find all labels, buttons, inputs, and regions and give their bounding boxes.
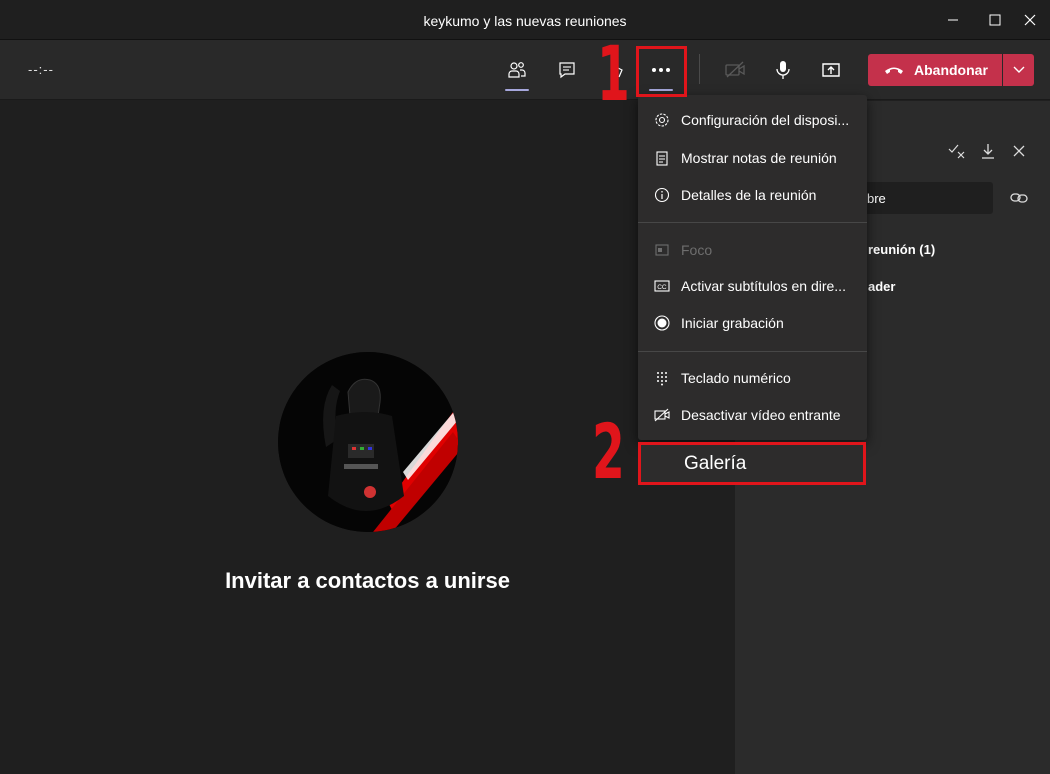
leave-label: Abandonar bbox=[914, 62, 988, 78]
close-icon bbox=[1024, 14, 1036, 26]
participants-icon bbox=[508, 62, 526, 78]
share-icon bbox=[822, 63, 840, 77]
minimize-icon bbox=[948, 19, 958, 21]
hangup-icon bbox=[885, 67, 903, 74]
camera-button[interactable] bbox=[719, 54, 751, 86]
dialpad-icon bbox=[657, 372, 667, 386]
invite-contacts-text: Invitar a contactos a unirse bbox=[225, 568, 510, 593]
toolbar-divider bbox=[699, 54, 700, 84]
notes-icon bbox=[656, 151, 668, 166]
menu-item-dialpad[interactable]: Teclado numérico bbox=[638, 360, 867, 396]
download-button[interactable] bbox=[978, 141, 998, 161]
microphone-icon bbox=[776, 61, 790, 79]
leave-button[interactable]: Abandonar bbox=[868, 54, 1002, 86]
info-icon bbox=[654, 187, 670, 203]
minimize-button[interactable] bbox=[941, 8, 965, 32]
menu-divider bbox=[638, 351, 867, 352]
link-icon bbox=[1010, 193, 1028, 203]
avatar-picture bbox=[278, 352, 458, 532]
menu-item-device-settings[interactable]: Configuración del disposi... bbox=[638, 102, 867, 138]
participant-role-label: ader bbox=[868, 279, 896, 294]
video-off-icon bbox=[654, 408, 670, 422]
record-icon bbox=[654, 315, 670, 331]
check-cross-icon bbox=[948, 144, 965, 159]
close-window-button[interactable] bbox=[1018, 8, 1042, 32]
more-actions-menu: Configuración del disposi... Mostrar not… bbox=[638, 95, 867, 440]
meeting-timer: --:-- bbox=[28, 62, 54, 77]
menu-item-meeting-details[interactable]: Detalles de la reunión bbox=[638, 177, 867, 213]
menu-item-focus[interactable]: Foco bbox=[638, 232, 867, 268]
avatar bbox=[278, 352, 458, 532]
copy-link-button[interactable] bbox=[1009, 188, 1029, 208]
menu-item-disable-incoming-video[interactable]: Desactivar vídeo entrante bbox=[638, 397, 867, 433]
leave-options-button[interactable] bbox=[1003, 54, 1034, 86]
chevron-down-icon bbox=[1013, 66, 1024, 73]
menu-divider bbox=[638, 222, 867, 223]
maximize-icon bbox=[989, 14, 1001, 26]
microphone-button[interactable] bbox=[767, 54, 799, 86]
menu-item-gallery[interactable]: Galería bbox=[638, 442, 866, 485]
close-icon bbox=[1013, 145, 1025, 157]
cc-icon: CC bbox=[654, 280, 670, 292]
share-screen-button[interactable] bbox=[815, 54, 847, 86]
maximize-button[interactable] bbox=[983, 8, 1007, 32]
svg-text:CC: CC bbox=[657, 284, 667, 291]
title-bar: keykumo y las nuevas reuniones bbox=[0, 0, 1050, 40]
active-indicator bbox=[505, 89, 529, 91]
menu-item-start-recording[interactable]: Iniciar grabación bbox=[638, 305, 867, 341]
close-panel-button[interactable] bbox=[1009, 141, 1029, 161]
menu-item-meeting-notes[interactable]: Mostrar notas de reunión bbox=[638, 140, 867, 176]
menu-item-live-captions[interactable]: CC Activar subtítulos en dire... bbox=[638, 268, 867, 304]
participants-button[interactable] bbox=[501, 54, 533, 91]
chat-icon bbox=[559, 62, 575, 79]
download-icon bbox=[982, 144, 994, 159]
meeting-toolbar: --:-- Abandonar bbox=[0, 40, 1050, 100]
window-title: keykumo y las nuevas reuniones bbox=[423, 13, 627, 29]
meeting-section-label: reunión (1) bbox=[868, 242, 936, 257]
camera-off-icon bbox=[725, 61, 745, 78]
focus-icon bbox=[655, 244, 669, 256]
chat-button[interactable] bbox=[551, 54, 583, 86]
highlight-box-more-actions bbox=[636, 46, 687, 97]
accept-all-button[interactable] bbox=[947, 141, 967, 161]
annotation-step-1: 1 bbox=[597, 29, 630, 118]
invite-search-input[interactable]: bre bbox=[855, 182, 993, 214]
gear-icon bbox=[655, 113, 669, 127]
annotation-step-2: 2 bbox=[592, 407, 625, 496]
